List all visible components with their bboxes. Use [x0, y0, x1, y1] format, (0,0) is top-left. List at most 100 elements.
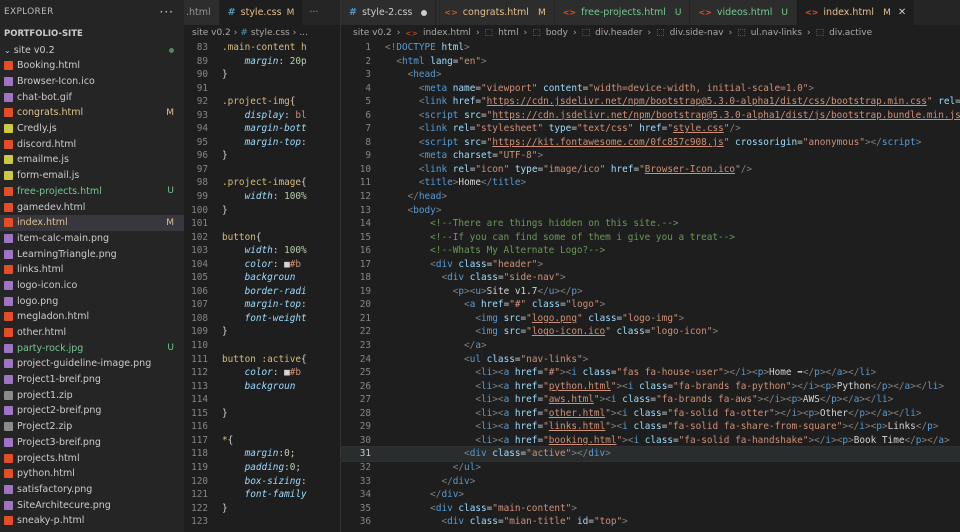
file-item[interactable]: sneaky-p.html: [0, 513, 184, 529]
tab-free-projects-html[interactable]: <> free-projects.html U: [554, 0, 691, 25]
breadcrumb-item[interactable]: ul.nav-links: [751, 28, 802, 38]
unsaved-dot-icon[interactable]: [421, 9, 428, 16]
file-item[interactable]: gamedev.html: [0, 199, 184, 215]
file-item[interactable]: Browser-Icon.ico: [0, 74, 184, 90]
file-item[interactable]: chat-bot.gif: [0, 89, 184, 105]
file-item[interactable]: project2-breif.png: [0, 403, 184, 419]
code-line: 120 box-sizing:: [184, 475, 340, 489]
breadcrumb-item[interactable]: style.css: [251, 28, 290, 38]
line-number: 13: [359, 204, 371, 216]
breadcrumb-item[interactable]: html: [498, 28, 519, 38]
tab-congrats-html[interactable]: <> congrats.html M: [436, 0, 555, 25]
file-name: item-calc-main.png: [17, 232, 110, 244]
file-item[interactable]: discord.html: [0, 136, 184, 152]
file-item[interactable]: Project2.zip: [0, 419, 184, 435]
file-item[interactable]: satisfactory.png: [0, 482, 184, 498]
file-item[interactable]: Booking.html: [0, 58, 184, 74]
file-item[interactable]: index.html M: [0, 214, 184, 231]
file-item[interactable]: other.html: [0, 325, 184, 341]
file-item[interactable]: SiteArchitecure.png: [0, 497, 184, 513]
image-file-icon: [4, 249, 13, 259]
code-line: 117 *{: [184, 434, 340, 448]
tab-index-html[interactable]: <> index.html M ✕: [797, 0, 916, 25]
code-text: margin:0;: [244, 448, 296, 460]
file-name: links.html: [17, 264, 64, 276]
breadcrumb-item[interactable]: div.active: [829, 28, 872, 38]
file-item[interactable]: Credly.js: [0, 121, 184, 137]
file-item[interactable]: Project3-breif.png: [0, 435, 184, 451]
file-item[interactable]: logo-icon.ico: [0, 278, 184, 294]
file-name: sneaky-p.html: [17, 515, 85, 527]
file-name: Project1-breif.png: [17, 374, 101, 386]
code-line: 19 <p><u>Site v1.7</u></p>: [341, 285, 960, 299]
file-item[interactable]: party-rock.jpg U: [0, 340, 184, 356]
line-number: 117: [191, 434, 208, 446]
code-text: </ul>: [452, 461, 481, 473]
tab-style-css[interactable]: # style.css M: [219, 0, 304, 25]
code-line: 12 </head>: [341, 190, 960, 204]
file-item[interactable]: logo.png: [0, 293, 184, 309]
file-item[interactable]: form-email.js: [0, 168, 184, 184]
html-file-icon: [4, 218, 13, 228]
line-number: 23: [359, 340, 371, 352]
chevron-right-icon: ›: [523, 28, 528, 38]
file-item[interactable]: projects.html: [0, 450, 184, 466]
file-name: index.html: [17, 217, 68, 229]
line-number: 119: [191, 461, 208, 473]
tab-videos-html[interactable]: <> videos.html U: [690, 0, 798, 25]
code-text: font-family: [244, 489, 307, 501]
breadcrumb-item[interactable]: ...: [299, 28, 308, 38]
chevron-right-icon: ›: [647, 28, 652, 38]
project-name[interactable]: PORTFOLIO-SITE: [0, 26, 184, 42]
breadcrumb-item[interactable]: site v0.2: [192, 28, 231, 38]
tab-bar-right: # style-2.css <> congrats.html M <> free-proje…: [341, 0, 960, 25]
more-actions-icon[interactable]: ···: [160, 5, 174, 19]
code-text: <li><a href="#"><i class="fas fa-house-u…: [475, 367, 877, 379]
folder-row[interactable]: ⌄ site v0.2: [0, 42, 184, 58]
code-editor-right[interactable]: 1 <!DOCTYPE html> 2 <html lang="en"> 3 <hea…: [341, 41, 960, 529]
line-number: 31: [359, 448, 371, 460]
code-text: <link rel="icon" type="image/ico" href="…: [418, 163, 753, 175]
file-item[interactable]: congrats.html M: [0, 105, 184, 121]
file-item[interactable]: python.html: [0, 466, 184, 482]
breadcrumb-item[interactable]: div.header: [595, 28, 642, 38]
file-item[interactable]: Project1-breif.png: [0, 372, 184, 388]
zip-file-icon: [4, 422, 13, 432]
code-line: 27 <li><a href="aws.html"><i class="fa-b…: [341, 393, 960, 407]
file-item[interactable]: project1.zip: [0, 387, 184, 403]
html-file-icon: <>: [562, 8, 577, 17]
css-hash-icon: #: [227, 7, 236, 18]
html-file-icon: [4, 453, 13, 463]
code-text: <body>: [407, 204, 442, 216]
line-number: 15: [359, 231, 371, 243]
code-text: <meta charset="UTF-8">: [418, 150, 544, 162]
tab-style-2-css[interactable]: # style-2.css: [341, 0, 437, 25]
close-icon[interactable]: ✕: [898, 7, 906, 18]
code-line: 10 <link rel="icon" type="image/ico" hre…: [341, 163, 960, 177]
file-name: free-projects.html: [17, 185, 102, 197]
line-number: 32: [359, 461, 371, 473]
code-line: 6 <script src="https://cdn.jsdelivr.net/…: [341, 109, 960, 123]
code-text: color: ■#b: [244, 367, 302, 379]
file-item[interactable]: megladon.html: [0, 309, 184, 325]
breadcrumb-item[interactable]: site v0.2: [353, 28, 392, 38]
file-item[interactable]: free-projects.html U: [0, 184, 184, 200]
code-text: <p><u>Site v1.7</u></p>: [452, 285, 583, 297]
code-editor-left[interactable]: 83 .main-content h 89 margin: 20p 90} 91 92 .p…: [184, 41, 340, 529]
code-line: 108 font-weight: [184, 312, 340, 326]
code-line: 22 <img src="logo-icon.ico" class="logo-…: [341, 325, 960, 339]
code-line: 20 <a href="#" class="logo">: [341, 298, 960, 312]
tab-label: style-2.css: [361, 7, 413, 18]
file-item[interactable]: item-calc-main.png: [0, 231, 184, 247]
file-item[interactable]: links.html: [0, 262, 184, 278]
file-item[interactable]: emailme.js: [0, 152, 184, 168]
tab-overflow-button[interactable]: ···: [303, 0, 326, 25]
breadcrumb-item[interactable]: body: [546, 28, 568, 38]
breadcrumb-item[interactable]: div.side-nav: [670, 28, 724, 38]
code-line: 93 display: bl: [184, 109, 340, 123]
file-item[interactable]: LearningTriangle.png: [0, 246, 184, 262]
file-item[interactable]: project-guideline-image.png: [0, 356, 184, 372]
breadcrumb-item[interactable]: index.html: [423, 28, 471, 38]
code-text: <div class="header">: [430, 258, 544, 270]
tab-html-partial[interactable]: .html: [184, 0, 220, 25]
